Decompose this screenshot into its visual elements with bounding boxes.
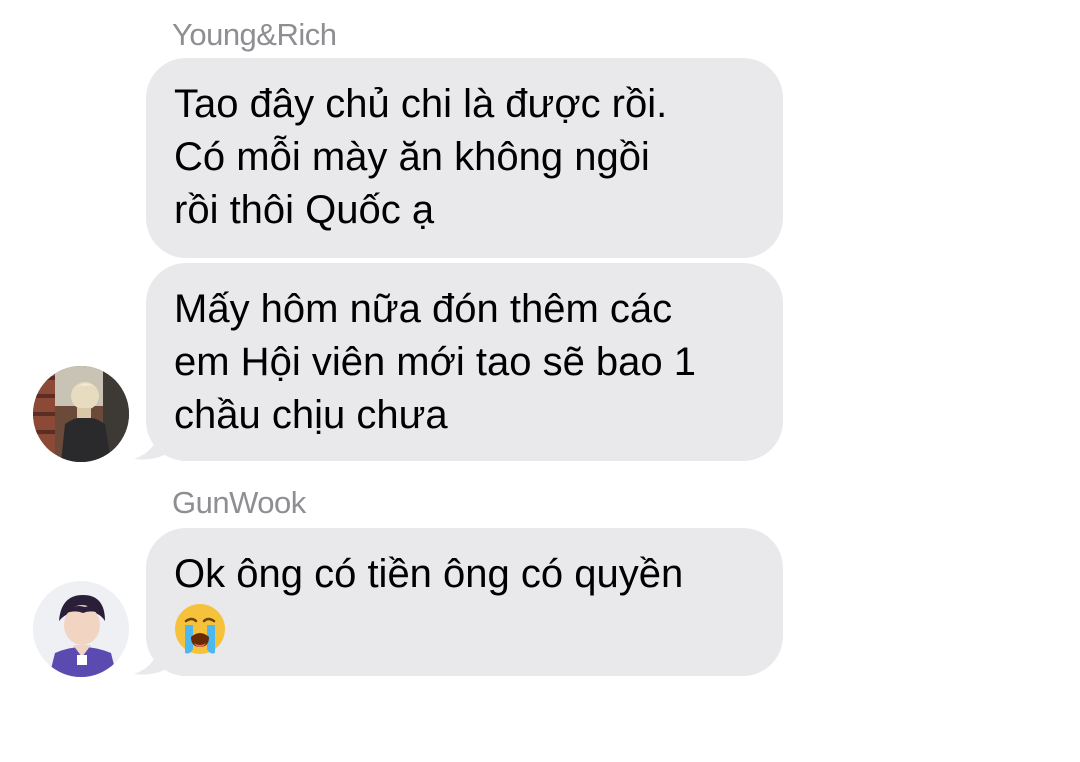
message-line: Mấy hôm nữa đón thêm các xyxy=(174,287,673,331)
avatar-young-rich[interactable] xyxy=(33,366,129,462)
message-bubble-1[interactable]: Tao đây chủ chi là được rồi. Có mỗi mày … xyxy=(146,58,783,258)
message-line: rồi thôi Quốc ạ xyxy=(174,188,435,232)
bubble-tail xyxy=(134,421,170,460)
message-line: Có mỗi mày ăn không ngồi xyxy=(174,135,650,179)
sender-name-young-rich: Young&Rich xyxy=(172,17,337,52)
avatar-image xyxy=(33,366,129,462)
message-bubble-3[interactable]: Ok ông có tiền ông có quyền xyxy=(146,528,783,676)
avatar-gunwook[interactable] xyxy=(33,581,129,677)
message-line: Tao đây chủ chi là được rồi. xyxy=(174,82,668,126)
loudly-crying-face-emoji xyxy=(175,604,225,655)
message-line: Ok ông có tiền ông có quyền xyxy=(174,552,684,596)
message-line: chầu chịu chưa xyxy=(174,393,448,437)
message-line: em Hội viên mới tao sẽ bao 1 xyxy=(174,340,697,384)
message-bubble-2[interactable]: Mấy hôm nữa đón thêm các em Hội viên mới… xyxy=(146,263,783,461)
avatar-image xyxy=(33,581,129,677)
bubble-tail xyxy=(134,636,170,675)
message-emoji-line xyxy=(174,601,755,655)
sender-name-gunwook: GunWook xyxy=(172,485,306,520)
